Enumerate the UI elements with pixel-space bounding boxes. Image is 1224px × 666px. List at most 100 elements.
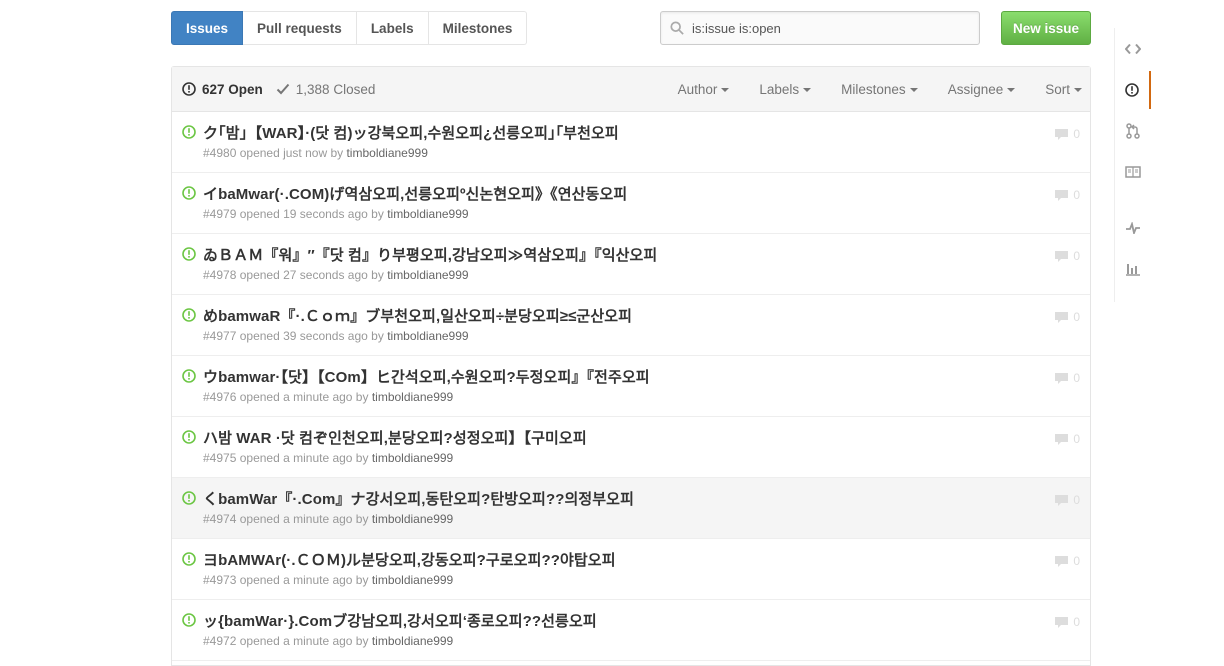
issue-number: #4972 bbox=[203, 634, 237, 648]
code-icon bbox=[1125, 43, 1141, 55]
issue-author-link[interactable]: timboldiane999 bbox=[387, 207, 468, 221]
issue-meta: #4976 opened a minute ago by timboldiane… bbox=[203, 390, 453, 404]
table-filters: Author Labels Milestones Assignee Sort bbox=[648, 67, 1082, 112]
issue-opened-text: opened 27 seconds ago by bbox=[239, 268, 384, 282]
issue-meta: #4980 opened just now by timboldiane999 bbox=[203, 146, 428, 160]
sidebar-item-wiki[interactable] bbox=[1115, 153, 1151, 191]
issue-number: #4980 bbox=[203, 146, 237, 160]
issue-opened-icon bbox=[182, 125, 196, 139]
comments-link[interactable]: 0 bbox=[1054, 615, 1080, 629]
issue-meta: #4975 opened a minute ago by timboldiane… bbox=[203, 451, 453, 465]
author-filter[interactable]: Author bbox=[678, 82, 730, 97]
issue-title-link[interactable]: イbaMwar(·.COM)げ역삼오피,선릉오피º신논현오피》《연산동오피 bbox=[203, 183, 627, 204]
issue-number: #4974 bbox=[203, 512, 237, 526]
issue-title-link[interactable]: ゐＢＡＭ『워』″『닷 컴』り부평오피,강남오피≫역삼오피』『익산오피 bbox=[203, 244, 657, 265]
comment-icon bbox=[1055, 433, 1069, 445]
comment-count: 0 bbox=[1073, 249, 1080, 263]
graphs-icon bbox=[1126, 264, 1140, 276]
new-issue-button[interactable]: New issue bbox=[1001, 11, 1091, 45]
caret-down-icon bbox=[909, 87, 918, 92]
issue-opened-text: opened 39 seconds ago by bbox=[239, 329, 384, 343]
issue-author-link[interactable]: timboldiane999 bbox=[387, 329, 468, 343]
issue-row: ハ밤 WAR ·닷 컴ぞ인천오피,분당오피?성정오피】【구미오피 #4975 o… bbox=[172, 417, 1090, 478]
issue-opened-icon bbox=[182, 82, 196, 96]
issues-icon bbox=[1125, 83, 1139, 97]
issue-opened-text: opened a minute ago by bbox=[239, 390, 369, 404]
comments-link[interactable]: 0 bbox=[1054, 493, 1080, 507]
state-filters: 627 Open 1,388 Closed bbox=[182, 82, 375, 97]
issue-opened-text: opened 19 seconds ago by bbox=[239, 207, 384, 221]
subnav-pull-requests[interactable]: Pull requests bbox=[243, 11, 357, 45]
issue-opened-text: opened a minute ago by bbox=[239, 634, 369, 648]
issue-author-link[interactable]: timboldiane999 bbox=[372, 390, 453, 404]
issue-opened-icon bbox=[182, 308, 196, 322]
sidebar-item-issues[interactable] bbox=[1115, 71, 1151, 109]
issue-opened-icon bbox=[182, 186, 196, 200]
comment-icon bbox=[1055, 494, 1069, 506]
open-count: 627 Open bbox=[202, 81, 263, 97]
issue-author-link[interactable]: timboldiane999 bbox=[387, 268, 468, 282]
issue-number: #4977 bbox=[203, 329, 237, 343]
comments-link[interactable]: 0 bbox=[1054, 432, 1080, 446]
issue-meta: #4972 opened a minute ago by timboldiane… bbox=[203, 634, 453, 648]
issue-opened-icon bbox=[182, 247, 196, 261]
issue-title-link[interactable]: くbamWar『·.Com』ナ강서오피,동탄오피?탄방오피??의정부오피 bbox=[203, 488, 634, 509]
issue-number: #4976 bbox=[203, 390, 237, 404]
issue-title-link[interactable]: めbamwaR『·.Ｃｏｍ』ブ부천오피,일산오피÷분당오피≥≤군산오피 bbox=[203, 305, 632, 326]
wiki-icon bbox=[1125, 166, 1141, 178]
comments-link[interactable]: 0 bbox=[1054, 310, 1080, 324]
issue-search bbox=[660, 11, 980, 45]
issue-opened-text: opened a minute ago by bbox=[239, 573, 369, 587]
comments-link[interactable]: 0 bbox=[1054, 554, 1080, 568]
milestones-filter[interactable]: Milestones bbox=[841, 82, 918, 97]
issue-author-link[interactable]: timboldiane999 bbox=[372, 634, 453, 648]
comments-link[interactable]: 0 bbox=[1054, 371, 1080, 385]
labels-filter-label: Labels bbox=[759, 82, 800, 97]
issue-opened-text: opened just now by bbox=[239, 146, 344, 160]
caret-down-icon bbox=[1007, 87, 1016, 92]
issues-table-header: 627 Open 1,388 Closed Author Labels Mile… bbox=[172, 67, 1090, 112]
sidebar-item-code[interactable] bbox=[1115, 30, 1151, 68]
comments-link[interactable]: 0 bbox=[1054, 127, 1080, 141]
issue-title-link[interactable]: ッ{bamWar·}.Comブ강남오피,강서오피‘종로오피??선릉오피 bbox=[203, 610, 597, 631]
issue-number: #4978 bbox=[203, 268, 237, 282]
open-issues-filter[interactable]: 627 Open bbox=[182, 82, 263, 97]
sidebar-item-pull-requests[interactable] bbox=[1115, 112, 1151, 150]
subnav-issues[interactable]: Issues bbox=[171, 11, 244, 45]
issue-title-link[interactable]: ク｢밤｣【WAR】·(닷 컴)ッ강북오피,수원오피¿선릉오피｣｢부천오피 bbox=[203, 122, 619, 143]
sort-filter-label: Sort bbox=[1045, 82, 1070, 97]
milestones-filter-label: Milestones bbox=[841, 82, 906, 97]
sort-filter[interactable]: Sort bbox=[1045, 82, 1082, 97]
issue-opened-icon bbox=[182, 613, 196, 627]
issue-author-link[interactable]: timboldiane999 bbox=[372, 512, 453, 526]
subnav-labels[interactable]: Labels bbox=[356, 11, 429, 45]
issue-author-link[interactable]: timboldiane999 bbox=[346, 146, 427, 160]
issues-table: 627 Open 1,388 Closed Author Labels Mile… bbox=[171, 66, 1091, 666]
comments-link[interactable]: 0 bbox=[1054, 188, 1080, 202]
labels-filter[interactable]: Labels bbox=[759, 82, 812, 97]
comments-link[interactable]: 0 bbox=[1054, 249, 1080, 263]
sidebar-item-pulse[interactable] bbox=[1115, 209, 1151, 247]
search-input[interactable] bbox=[692, 20, 962, 36]
sidebar-item-graphs[interactable] bbox=[1115, 250, 1151, 288]
comment-count: 0 bbox=[1073, 432, 1080, 446]
issue-title-link[interactable]: ウbamwar·【닷】【COm】ヒ간석오피,수원오피?두정오피』『전주오피 bbox=[203, 366, 650, 387]
closed-issues-filter[interactable]: 1,388 Closed bbox=[276, 82, 375, 97]
assignee-filter[interactable]: Assignee bbox=[948, 82, 1016, 97]
issues-list: ク｢밤｣【WAR】·(닷 컴)ッ강북오피,수원오피¿선릉오피｣｢부천오피 #49… bbox=[172, 112, 1090, 661]
comment-count: 0 bbox=[1073, 371, 1080, 385]
issue-author-link[interactable]: timboldiane999 bbox=[372, 451, 453, 465]
subnav-milestones[interactable]: Milestones bbox=[428, 11, 528, 45]
comment-count: 0 bbox=[1073, 493, 1080, 507]
issue-row: めbamwaR『·.Ｃｏｍ』ブ부천오피,일산오피÷분당오피≥≤군산오피 #497… bbox=[172, 295, 1090, 356]
comment-count: 0 bbox=[1073, 188, 1080, 202]
issue-row: イbaMwar(·.COM)げ역삼오피,선릉오피º신논현오피》《연산동오피 #4… bbox=[172, 173, 1090, 234]
issue-row: ヨbAMWAr(·.ＣＯＭ)ル분당오피,강동오피?구로오피??야탑오피 #497… bbox=[172, 539, 1090, 600]
main-container: Issues Pull requests Labels Milestones N… bbox=[171, 0, 1091, 666]
issue-author-link[interactable]: timboldiane999 bbox=[372, 573, 453, 587]
issue-row: ウbamwar·【닷】【COm】ヒ간석오피,수원오피?두정오피』『전주오피 #4… bbox=[172, 356, 1090, 417]
issue-title-link[interactable]: ハ밤 WAR ·닷 컴ぞ인천오피,분당오피?성정오피】【구미오피 bbox=[203, 427, 587, 448]
assignee-filter-label: Assignee bbox=[947, 82, 1004, 97]
issue-title-link[interactable]: ヨbAMWAr(·.ＣＯＭ)ル분당오피,강동오피?구로오피??야탑오피 bbox=[203, 549, 616, 570]
issues-topbar: Issues Pull requests Labels Milestones N… bbox=[171, 0, 1091, 45]
